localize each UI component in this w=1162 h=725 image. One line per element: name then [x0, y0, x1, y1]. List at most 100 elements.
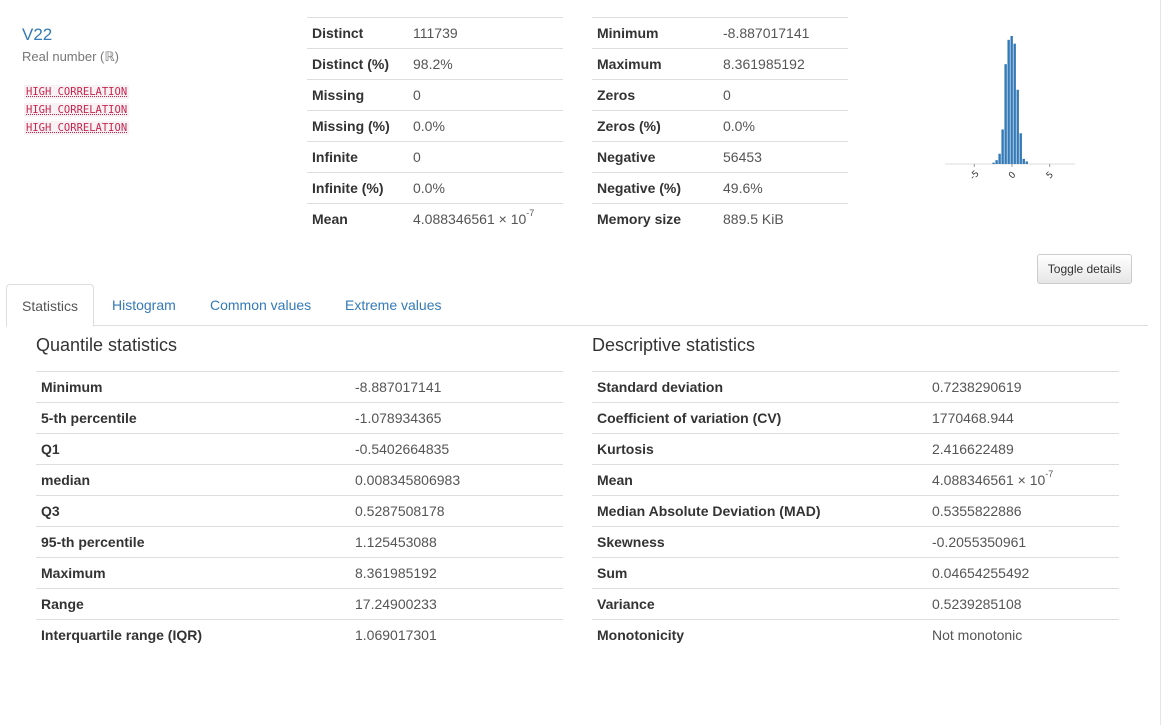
- row-value: 1770468.944: [927, 402, 1119, 434]
- mini-histogram[interactable]: -5 0 5: [935, 28, 1085, 198]
- row-value: 8.361985192: [350, 557, 563, 589]
- table-row: Range 17.24900233: [36, 588, 563, 620]
- row-value: 2.416622489: [927, 433, 1119, 465]
- row-value: -8.887017141: [718, 17, 848, 49]
- row-label: Minimum: [592, 17, 718, 49]
- row-value: 49.6%: [718, 172, 848, 204]
- tab-extreme-values[interactable]: Extreme values: [330, 284, 456, 326]
- row-value: 0.5355822886: [927, 495, 1119, 527]
- row-label: Variance: [592, 588, 927, 620]
- row-value: 17.24900233: [350, 588, 563, 620]
- table-row: Coefficient of variation (CV) 1770468.944: [592, 402, 1119, 434]
- row-label: Maximum: [592, 48, 718, 80]
- row-label: Maximum: [36, 557, 350, 589]
- row-label: 5-th percentile: [36, 402, 350, 434]
- row-value: -0.2055350961: [927, 526, 1119, 558]
- table-row: Minimum -8.887017141: [592, 17, 848, 49]
- histogram-tick-label: -5: [968, 169, 981, 182]
- row-label: Negative (%): [592, 172, 718, 204]
- table-row: Missing 0: [307, 79, 563, 111]
- page-edge: [1160, 0, 1161, 725]
- table-row: Memory size 889.5 KiB: [592, 203, 848, 235]
- toggle-details-button[interactable]: Toggle details: [1037, 254, 1132, 284]
- table-row: Zeros (%) 0.0%: [592, 110, 848, 142]
- table-row: Mean 4.088346561 × 10-7: [307, 203, 563, 235]
- row-label: Negative: [592, 141, 718, 173]
- table-row: Distinct 111739: [307, 17, 563, 49]
- row-value: 0.5239285108: [927, 588, 1119, 620]
- row-label: Minimum: [36, 371, 350, 403]
- row-value: 0.0%: [718, 110, 848, 142]
- table-row: Q3 0.5287508178: [36, 495, 563, 527]
- row-label: Mean: [592, 464, 927, 496]
- table-row: Negative (%) 49.6%: [592, 172, 848, 204]
- row-label: Range: [36, 588, 350, 620]
- row-label: Zeros: [592, 79, 718, 111]
- row-value: 0.04654255492: [927, 557, 1119, 589]
- variable-name-link[interactable]: V22: [22, 25, 52, 45]
- mean-mantissa: 4.088346561 × 10: [413, 211, 527, 228]
- row-label: Q1: [36, 433, 350, 465]
- row-value: 889.5 KiB: [718, 203, 848, 235]
- histogram-bar: [1010, 36, 1013, 164]
- row-label: Distinct (%): [307, 48, 408, 80]
- table-row: Zeros 0: [592, 79, 848, 111]
- row-label: Q3: [36, 495, 350, 527]
- row-label: Memory size: [592, 203, 718, 235]
- row-label: 95-th percentile: [36, 526, 350, 558]
- warning-badge: HIGH CORRELATION: [24, 121, 130, 135]
- table-row: Median Absolute Deviation (MAD) 0.5355822…: [592, 495, 1119, 527]
- warning-badge: HIGH CORRELATION: [24, 103, 130, 117]
- row-label: Standard deviation: [592, 371, 927, 403]
- tab-common-values[interactable]: Common values: [195, 284, 326, 326]
- tab-statistics[interactable]: Statistics: [6, 284, 95, 327]
- table-row: Infinite (%) 0.0%: [307, 172, 563, 204]
- tab-histogram[interactable]: Histogram: [97, 284, 191, 326]
- row-label: Interquartile range (IQR): [36, 619, 350, 651]
- variable-type: Real number (ℝ): [22, 49, 119, 64]
- table-row: Skewness -0.2055350961: [592, 526, 1119, 558]
- table-row: Distinct (%) 98.2%: [307, 48, 563, 80]
- row-value: Not monotonic: [927, 619, 1119, 651]
- row-value: 0.0%: [408, 172, 563, 204]
- row-value: 0.008345806983: [350, 464, 563, 496]
- table-row: Sum 0.04654255492: [592, 557, 1119, 589]
- descriptive-statistics-table: Standard deviation 0.7238290619 Coefficie…: [592, 371, 1119, 651]
- histogram-ticks: -5 0 5: [968, 164, 1056, 182]
- table-row: Monotonicity Not monotonic: [592, 619, 1119, 651]
- row-value: -1.078934365: [350, 402, 563, 434]
- row-value: -8.887017141: [350, 371, 563, 403]
- row-label: Zeros (%): [592, 110, 718, 142]
- row-label: Monotonicity: [592, 619, 927, 651]
- table-row: Maximum 8.361985192: [592, 48, 848, 80]
- row-label: Mean: [307, 203, 408, 235]
- table-row: Standard deviation 0.7238290619: [592, 371, 1119, 403]
- mean-value: 4.088346561 × 10-7: [927, 464, 1119, 496]
- histogram-bar: [1019, 133, 1022, 164]
- row-label: Missing: [307, 79, 408, 111]
- table-row: Infinite 0: [307, 141, 563, 173]
- overview-table-left: Distinct 111739 Distinct (%) 98.2% Missing…: [307, 17, 563, 235]
- descriptive-statistics-title: Descriptive statistics: [592, 335, 756, 355]
- histogram-bar: [998, 153, 1001, 164]
- table-row: Missing (%) 0.0%: [307, 110, 563, 142]
- row-value: 0: [718, 79, 848, 111]
- row-value: 0.7238290619: [927, 371, 1119, 403]
- table-row: Negative 56453: [592, 141, 848, 173]
- table-row: 95-th percentile 1.125453088: [36, 526, 563, 558]
- table-row: Minimum -8.887017141: [36, 371, 563, 403]
- table-row: Maximum 8.361985192: [36, 557, 563, 589]
- mean-exponent: -7: [526, 208, 535, 219]
- row-value: 0: [408, 79, 563, 111]
- histogram-tick-label: 0: [1007, 170, 1018, 181]
- row-value: 111739: [408, 17, 563, 49]
- warning-list: HIGH CORRELATION HIGH CORRELATION HIGH C…: [24, 85, 130, 139]
- table-row: Q1 -0.5402664835: [36, 433, 563, 465]
- histogram-bar: [1013, 43, 1016, 164]
- row-label: Infinite (%): [307, 172, 408, 204]
- quantile-statistics-title: Quantile statistics: [36, 335, 178, 355]
- table-row: 5-th percentile -1.078934365: [36, 402, 563, 434]
- histogram-bars: [992, 36, 1028, 165]
- row-value: 1.125453088: [350, 526, 563, 558]
- histogram-bar: [1007, 39, 1010, 165]
